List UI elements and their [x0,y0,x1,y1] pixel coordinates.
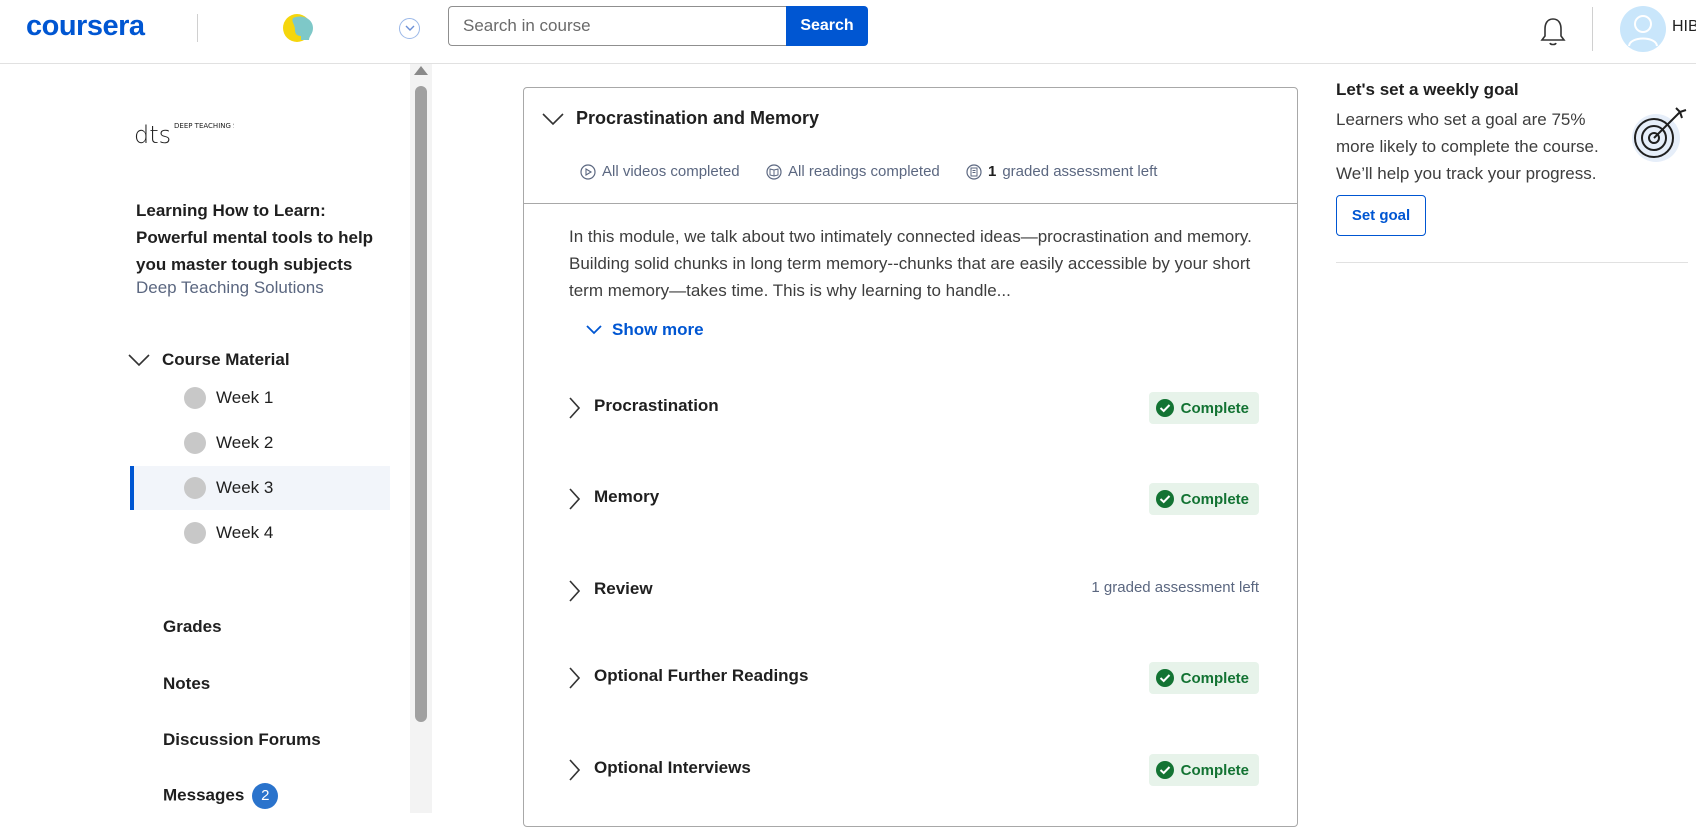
top-bar: coursera Search HIBA [0,0,1696,64]
scroll-up-arrow-icon[interactable] [414,66,428,75]
complete-badge-label: Complete [1180,761,1249,779]
graded-status: 1 graded assessment left [966,163,1157,180]
lesson-optional-interviews[interactable]: Optional Interviews Complete [564,750,1259,790]
user-silhouette-icon [1628,15,1658,47]
chevron-right-icon [569,580,580,602]
chevron-right-icon [569,667,580,689]
week-progress-dot-icon [184,477,206,499]
sidebar-link-messages[interactable]: Messages 2 [163,783,279,809]
user-name[interactable]: HIBA [1672,18,1696,36]
user-avatar[interactable] [1620,6,1666,52]
chevron-right-icon [569,397,580,419]
course-switch-chevron-icon[interactable] [399,18,420,39]
module-card: Procrastination and Memory All videos co… [523,87,1298,827]
lesson-title: Review [594,579,653,598]
lesson-procrastination[interactable]: Procrastination Complete [564,388,1259,428]
week-label: Week 3 [216,478,274,497]
week-label: Week 2 [216,433,274,452]
chevron-down-icon [128,354,150,367]
module-header: Procrastination and Memory All videos co… [524,88,1297,204]
readings-status-text: All readings completed [788,163,940,180]
partner-logo-lettering: DEEP TEACHING SOLUTIONS [174,122,234,130]
week-progress-dot-icon [184,522,206,544]
readings-status: All readings completed [766,163,940,180]
notifications-bell-icon[interactable] [1538,15,1568,47]
week-progress-dot-icon [184,432,206,454]
complete-badge: Complete [1148,754,1259,786]
check-circle-icon [1155,490,1174,508]
weekly-goal-title: Let's set a weekly goal [1336,80,1519,99]
course-material-toggle[interactable]: Course Material [128,350,290,370]
right-panel-divider [1336,262,1688,263]
logo-divider [197,14,198,42]
set-goal-button[interactable]: Set goal [1336,195,1426,236]
sidebar-link-notes[interactable]: Notes [163,674,210,694]
partner-head-logo-icon[interactable] [281,12,317,44]
show-more-button[interactable]: Show more [586,320,704,340]
header-divider [1592,7,1593,51]
sidebar-item-week-4[interactable]: Week 4 [130,511,390,555]
complete-badge: Complete [1148,392,1259,424]
course-organization: Deep Teaching Solutions [136,278,324,297]
complete-badge: Complete [1148,662,1259,694]
module-title: Procrastination and Memory [576,108,820,128]
course-material-label: Course Material [162,350,290,369]
sidebar-link-grades[interactable]: Grades [163,617,222,637]
graded-count: 1 [988,163,997,180]
lesson-title: Memory [594,487,660,506]
chevron-down-icon [542,112,564,125]
graded-status-text: graded assessment left [1002,163,1158,180]
messages-count-badge: 2 [252,783,279,809]
videos-status-text: All videos completed [602,163,740,180]
graded-assessment-left-text: 1 graded assessment left [1091,579,1259,596]
sidebar-item-week-2[interactable]: Week 2 [130,421,390,465]
check-circle-icon [1155,399,1174,417]
lesson-title: Optional Further Readings [594,666,809,685]
coursera-logo[interactable]: coursera [26,10,145,43]
svg-text:dts: dts [134,121,171,149]
check-circle-icon [1155,669,1174,687]
chevron-right-icon [569,759,580,781]
target-goal-icon [1632,107,1687,162]
course-sidebar: dts DEEP TEACHING SOLUTIONS Learning How… [0,64,432,813]
chevron-right-icon [569,488,580,510]
deep-teaching-solutions-logo: dts DEEP TEACHING SOLUTIONS [134,121,234,149]
lesson-title: Procrastination [594,396,719,415]
sidebar-link-discussion-forums[interactable]: Discussion Forums [163,730,321,750]
assessment-circle-icon [966,163,982,180]
weekly-goal-text: Learners who set a goal are 75% more lik… [1336,110,1599,183]
check-circle-icon [1155,761,1174,779]
chevron-down-icon [586,325,602,335]
week-label: Week 4 [216,523,274,542]
sidebar-item-week-1[interactable]: Week 1 [130,376,390,420]
module-description: In this module, we talk about two intima… [569,227,1252,300]
module-collapse-toggle[interactable]: Procrastination and Memory [542,108,819,129]
week-label: Week 1 [216,388,274,407]
complete-badge-label: Complete [1180,490,1249,508]
course-title[interactable]: Learning How to Learn: Powerful mental t… [136,197,376,278]
search-input[interactable] [448,6,786,46]
messages-label: Messages [163,785,245,805]
sidebar-item-week-3[interactable]: Week 3 [130,466,390,510]
show-more-label: Show more [612,320,704,339]
lesson-title: Optional Interviews [594,758,751,777]
lesson-optional-further-readings[interactable]: Optional Further Readings Complete [564,658,1259,698]
scrollbar-thumb[interactable] [415,86,427,722]
week-progress-dot-icon [184,387,206,409]
lesson-memory[interactable]: Memory Complete [564,479,1259,519]
play-circle-icon [580,163,596,180]
search-button[interactable]: Search [786,6,868,46]
lesson-review[interactable]: Review 1 graded assessment left [564,571,1259,611]
videos-status: All videos completed [580,163,740,180]
complete-badge-label: Complete [1180,399,1249,417]
book-circle-icon [766,163,782,180]
complete-badge: Complete [1148,483,1259,515]
complete-badge-label: Complete [1180,669,1249,687]
